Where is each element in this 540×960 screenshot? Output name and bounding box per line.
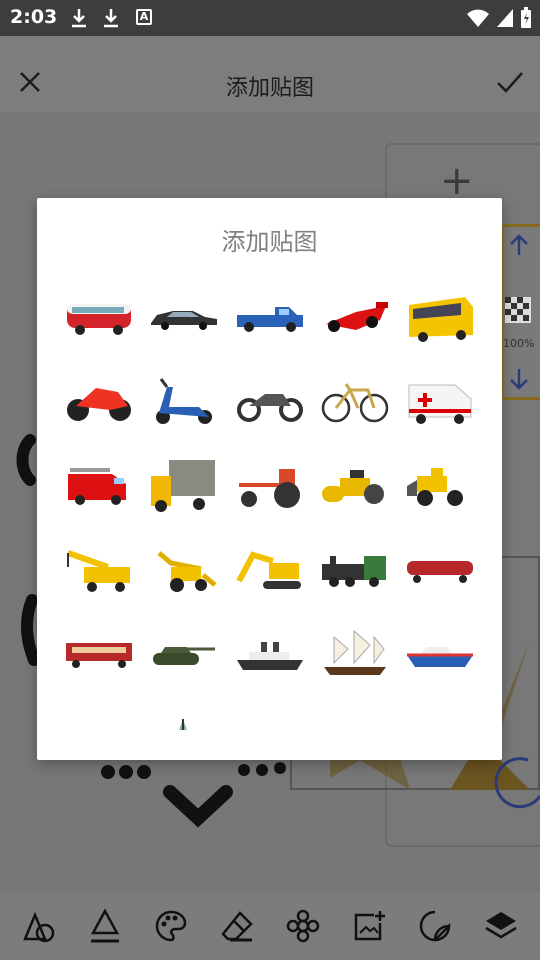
- sticker-row: [57, 444, 482, 528]
- check-icon[interactable]: [496, 70, 524, 94]
- flower-icon[interactable]: [283, 906, 323, 946]
- shapes-icon[interactable]: [19, 906, 59, 946]
- sailing-ship-sticker[interactable]: [313, 612, 397, 696]
- sticker-icon[interactable]: [415, 906, 455, 946]
- formula-car-sticker[interactable]: [313, 276, 397, 360]
- wifi-icon: [467, 9, 489, 27]
- dialog-title: 添加贴图: [221, 228, 318, 256]
- pickup-truck-sticker[interactable]: [228, 276, 312, 360]
- signal-icon: [497, 9, 513, 27]
- steam-locomotive-sticker[interactable]: [313, 528, 397, 612]
- delivery-truck-sticker[interactable]: [142, 444, 226, 528]
- a-notification-icon: A: [136, 9, 152, 25]
- ambulance-sticker[interactable]: [398, 360, 482, 444]
- add-image-icon[interactable]: [349, 906, 389, 946]
- sailboat-sticker[interactable]: [142, 696, 226, 730]
- wheel-loader-sticker[interactable]: [398, 444, 482, 528]
- layer-order-panel: 100%: [500, 224, 540, 400]
- arrow-up-icon[interactable]: [507, 233, 531, 257]
- sport-motorcycle-sticker[interactable]: [57, 360, 141, 444]
- sticker-row: [57, 360, 482, 444]
- palette-icon[interactable]: [151, 906, 191, 946]
- excavator-sticker[interactable]: [228, 528, 312, 612]
- steamship-sticker[interactable]: [228, 612, 312, 696]
- school-bus-sticker[interactable]: [398, 276, 482, 360]
- crane-truck-sticker[interactable]: [57, 528, 141, 612]
- tank-wagon-sticker[interactable]: [398, 528, 482, 612]
- bicycle-sticker[interactable]: [313, 360, 397, 444]
- scooter-sticker[interactable]: [142, 360, 226, 444]
- transparency-icon[interactable]: [505, 297, 531, 323]
- backhoe-loader-sticker[interactable]: [142, 528, 226, 612]
- app-bar: 添加贴图: [0, 36, 540, 112]
- bottom-toolbar: [0, 892, 540, 960]
- speedboat-sticker[interactable]: [398, 612, 482, 696]
- fighter-jet-sticker[interactable]: [228, 696, 312, 730]
- status-time: 2:03: [10, 6, 58, 28]
- download-icon: [104, 9, 118, 28]
- airliner-sticker[interactable]: [313, 696, 397, 730]
- cruiser-motorcycle-sticker[interactable]: [228, 360, 312, 444]
- status-bar: 2:03 A: [0, 0, 540, 36]
- add-sticker-dialog: 添加贴图: [37, 198, 502, 760]
- sticker-row: [57, 612, 482, 696]
- passenger-railcar-sticker[interactable]: [57, 612, 141, 696]
- sticker-row: [57, 528, 482, 612]
- layers-icon[interactable]: [481, 906, 521, 946]
- fire-truck-sticker[interactable]: [57, 444, 141, 528]
- page-title: 添加贴图: [225, 76, 314, 101]
- road-roller-sticker[interactable]: [313, 444, 397, 528]
- tractor-sticker[interactable]: [228, 444, 312, 528]
- arrow-down-icon[interactable]: [507, 367, 531, 391]
- sedan-car-sticker[interactable]: [142, 276, 226, 360]
- submarine-sticker[interactable]: [57, 696, 141, 730]
- battery-icon: [521, 7, 531, 28]
- zoom-label: 100%: [503, 337, 535, 350]
- sticker-grid[interactable]: [57, 276, 482, 730]
- tank-sticker[interactable]: [142, 612, 226, 696]
- vw-bus-sticker[interactable]: [57, 276, 141, 360]
- fill-icon[interactable]: [85, 906, 125, 946]
- helicopter-sticker[interactable]: [398, 696, 482, 730]
- eraser-icon[interactable]: [217, 906, 257, 946]
- sticker-row: [57, 276, 482, 360]
- sticker-row: [57, 696, 482, 730]
- download-icon: [72, 9, 86, 28]
